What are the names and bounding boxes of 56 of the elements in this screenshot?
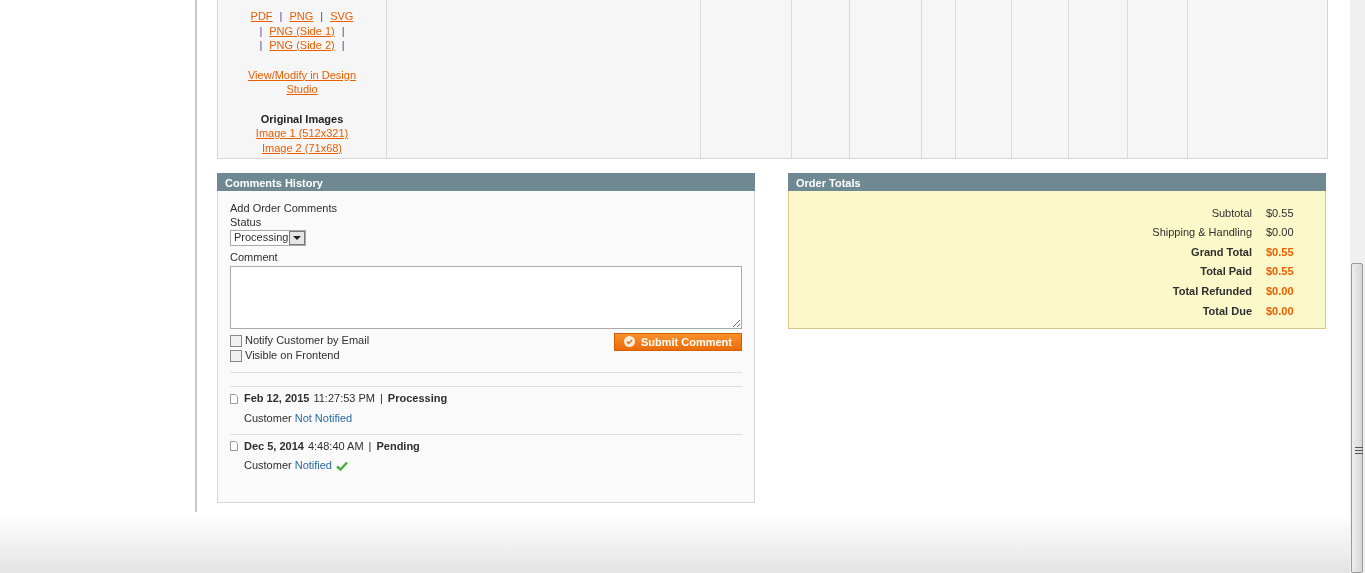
separator: | (380, 391, 383, 406)
document-icon (230, 393, 238, 404)
field-label: Comment (230, 249, 279, 264)
total-value: $0.55 (1266, 205, 1295, 220)
total-label: Subtotal (1211, 205, 1252, 220)
notification-status: Not Notified (294, 410, 353, 426)
document-icon (230, 441, 238, 452)
entry-time: 11:27:53 PM (313, 391, 375, 406)
image-link[interactable]: Image 1 (512x321) (255, 127, 349, 139)
total-label: Total Paid (1200, 264, 1252, 279)
notification-label: Customer (244, 410, 292, 426)
notification-label: Customer (244, 458, 292, 473)
total-value: $0.55 (1266, 244, 1295, 260)
design-studio-link[interactable]: View/Modify in Design Studio (243, 67, 361, 97)
status-select[interactable]: Processing (230, 229, 307, 246)
entry-status: Processing (387, 391, 448, 406)
grip-icon (1355, 447, 1363, 454)
total-value: $0.55 (1266, 264, 1295, 279)
comment-field[interactable] (230, 265, 742, 329)
entry-status: Pending (376, 439, 420, 454)
separator: | (341, 39, 345, 51)
total-label: Grand Total (1191, 244, 1252, 260)
separator: | (259, 24, 263, 37)
entry-date: Feb 12, 2015 (244, 391, 310, 406)
separator: | (341, 24, 345, 37)
separator: | (259, 39, 263, 51)
field-label: Status (230, 215, 263, 230)
entry-date: Dec 5, 2014 (244, 439, 304, 454)
separator: | (320, 10, 324, 22)
check-icon (336, 460, 348, 471)
panel-header: Order Totals (788, 173, 1326, 191)
notification-status: Notified (294, 458, 332, 473)
total-label: Total Due (1202, 303, 1252, 318)
panel-header: Comments History (217, 173, 755, 191)
file-link[interactable]: PDF (250, 10, 273, 22)
file-link[interactable]: SVG (330, 10, 354, 22)
submit-button[interactable]: Submit Comment (613, 332, 742, 351)
section-label: Add Order Comments (230, 201, 338, 216)
checkbox-option[interactable]: Visible on Frontend (230, 348, 370, 363)
image-link[interactable]: Image 2 (71x68) (261, 141, 343, 154)
images-heading: Original Images (259, 111, 345, 126)
dropdown-arrow-icon (293, 235, 302, 240)
scrollbar[interactable] (1350, 0, 1365, 573)
file-link[interactable]: PNG (289, 10, 314, 22)
check-circle-icon (623, 336, 635, 348)
separator: | (368, 439, 372, 454)
total-value: $0.00 (1266, 284, 1295, 299)
total-value: $0.00 (1266, 303, 1295, 318)
separator: | (279, 10, 283, 22)
file-link[interactable]: PNG (Side 1) (269, 24, 335, 37)
total-label: Total Refunded (1172, 284, 1252, 299)
entry-time: 4:48:40 AM (307, 439, 364, 454)
file-link[interactable]: PNG (Side 2) (269, 39, 335, 51)
checkbox-option[interactable]: Notify Customer by Email (230, 332, 370, 348)
total-value: $0.00 (1266, 225, 1295, 240)
total-label: Shipping & Handling (1152, 225, 1252, 240)
